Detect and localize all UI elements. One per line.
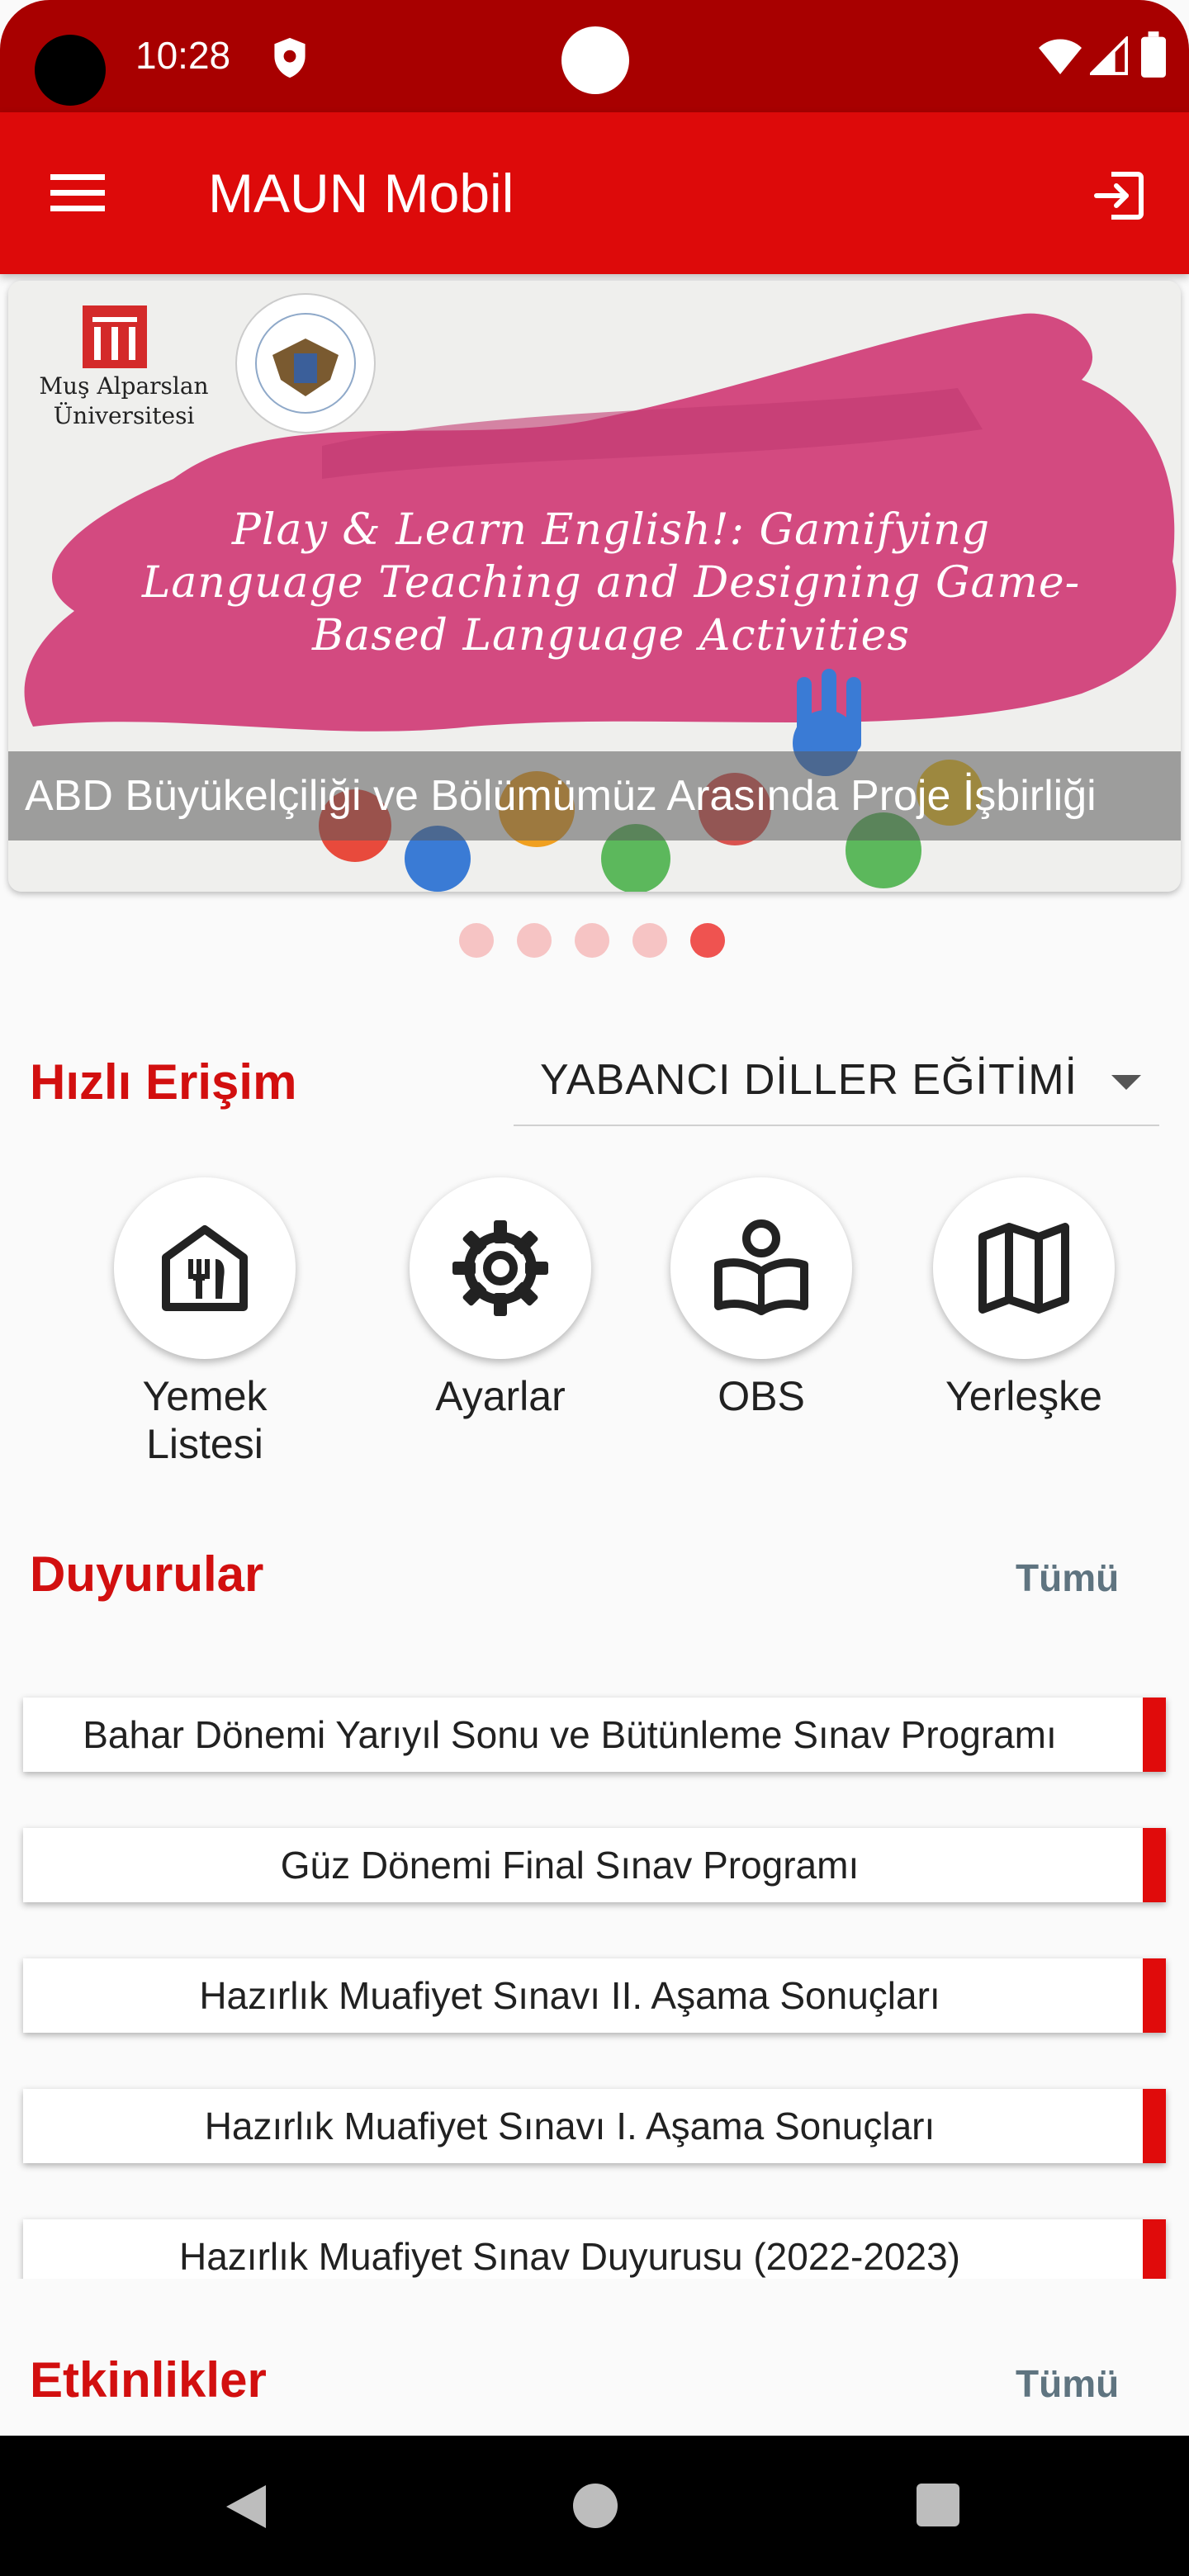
quick-item-settings[interactable]: Ayarlar: [377, 1177, 624, 1425]
signal-icon: [1090, 36, 1128, 75]
reader-book-icon: [714, 1219, 808, 1315]
announcements-list: Bahar Dönemi Yarıyıl Sonu ve Bütünleme S…: [0, 1684, 1189, 2279]
restaurant-icon: [162, 1225, 248, 1311]
quick-item-campus[interactable]: Yerleşke: [900, 1177, 1148, 1425]
carousel-dot[interactable]: [517, 923, 552, 958]
home-icon[interactable]: [573, 2484, 618, 2528]
gear-icon: [452, 1220, 548, 1316]
front-sensor: [561, 26, 629, 94]
camera-cutout: [35, 35, 106, 106]
back-icon[interactable]: [223, 2482, 269, 2531]
system-nav-bar: [0, 2436, 1189, 2576]
logout-button[interactable]: [1078, 159, 1158, 233]
events-title: Etkinlikler: [30, 2352, 267, 2408]
quick-item-obs[interactable]: OBS: [637, 1177, 885, 1425]
app-bar: MAUN Mobil: [0, 112, 1189, 274]
slide-caption: ABD Büyükelçiliği ve Bölümümüz Arasında …: [25, 772, 1097, 820]
announcement-title: Hazırlık Muafiyet Sınav Duyurusu (2022-2…: [179, 2235, 960, 2278]
quick-item-label: OBS: [718, 1373, 805, 1419]
shield-icon: [274, 37, 306, 78]
announcements-title: Duyurular: [30, 1546, 264, 1602]
banner-headline: Play & Learn English!: Gamifying Languag…: [141, 505, 1081, 661]
university-logo-text: Muş Alparslan Üniversitesi: [39, 372, 209, 429]
announcement-item[interactable]: Hazırlık Muafiyet Sınav Duyurusu (2022-2…: [23, 2219, 1166, 2279]
news-carousel[interactable]: Muş Alparslan Üniversitesi Play & Learn …: [8, 281, 1181, 892]
carousel-indicator: [459, 923, 725, 958]
status-bar: 10:28: [0, 0, 1189, 112]
slide-caption-bar: ABD Büyükelçiliği ve Bölümümüz Arasında …: [8, 751, 1181, 841]
menu-button[interactable]: [38, 159, 117, 228]
quick-item-menu[interactable]: Yemek Listesi: [81, 1177, 329, 1467]
department-dropdown[interactable]: YABANCI DİLLER EĞİTİMİ: [514, 1040, 1159, 1126]
announcement-item[interactable]: Bahar Dönemi Yarıyıl Sonu ve Bütünleme S…: [23, 1698, 1166, 1772]
battery-icon: [1141, 31, 1166, 78]
carousel-dot-active[interactable]: [690, 923, 725, 958]
announcement-item[interactable]: Hazırlık Muafiyet Sınavı I. Aşama Sonuçl…: [23, 2089, 1166, 2163]
dropdown-arrow-icon: [1111, 1075, 1141, 1090]
announcement-item[interactable]: Güz Dönemi Final Sınav Programı: [23, 1828, 1166, 1902]
announcement-title: Hazırlık Muafiyet Sınavı II. Aşama Sonuç…: [199, 1974, 940, 2017]
announcement-item[interactable]: Hazırlık Muafiyet Sınavı II. Aşama Sonuç…: [23, 1958, 1166, 2033]
announcements-see-all-link[interactable]: Tümü: [1016, 1556, 1119, 1600]
app-title: MAUN Mobil: [208, 163, 514, 224]
quick-item-label: Yemek Listesi: [142, 1373, 268, 1467]
carousel-dot[interactable]: [575, 923, 609, 958]
announcement-title: Bahar Dönemi Yarıyıl Sonu ve Bütünleme S…: [83, 1713, 1057, 1756]
events-see-all-link[interactable]: Tümü: [1016, 2361, 1119, 2406]
quick-item-label: Ayarlar: [435, 1373, 566, 1419]
hamburger-icon: [50, 174, 105, 211]
recents-icon[interactable]: [917, 2484, 959, 2526]
map-icon: [978, 1223, 1069, 1314]
carousel-dot[interactable]: [459, 923, 494, 958]
quick-item-label: Yerleşke: [945, 1373, 1102, 1419]
logout-icon: [1094, 172, 1144, 220]
quick-access-title: Hızlı Erişim: [30, 1054, 297, 1110]
announcement-title: Güz Dönemi Final Sınav Programı: [280, 1844, 860, 1887]
wifi-icon: [1039, 39, 1082, 74]
status-time: 10:28: [135, 34, 231, 77]
announcement-title: Hazırlık Muafiyet Sınavı I. Aşama Sonuçl…: [204, 2105, 936, 2147]
department-selected: YABANCI DİLLER EĞİTİMİ: [540, 1056, 1078, 1104]
carousel-dot[interactable]: [632, 923, 667, 958]
